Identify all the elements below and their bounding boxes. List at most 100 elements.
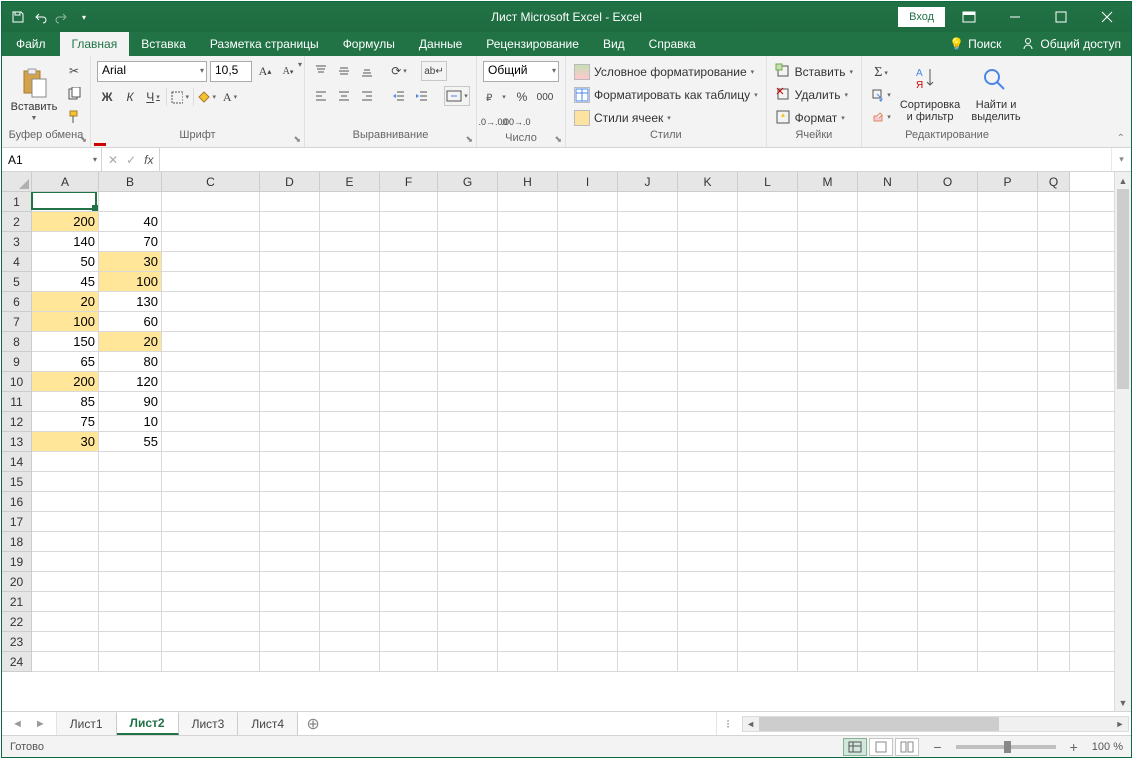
share-button[interactable]: Общий доступ <box>1011 32 1131 56</box>
orientation-icon[interactable]: ⟳ <box>389 61 409 81</box>
row-header[interactable]: 11 <box>2 392 32 412</box>
cell[interactable] <box>918 512 978 531</box>
column-header[interactable]: I <box>558 172 618 191</box>
cell[interactable] <box>918 392 978 411</box>
cell[interactable] <box>558 472 618 491</box>
cell[interactable] <box>558 392 618 411</box>
cell[interactable]: 75 <box>32 412 99 431</box>
percent-icon[interactable]: % <box>512 87 532 107</box>
cell[interactable] <box>320 632 380 651</box>
column-header[interactable]: J <box>618 172 678 191</box>
row-header[interactable]: 1 <box>2 192 32 212</box>
cell[interactable] <box>798 372 858 391</box>
cell[interactable] <box>162 292 260 311</box>
cell[interactable] <box>438 312 498 331</box>
cell[interactable] <box>678 232 738 251</box>
cell[interactable] <box>162 192 260 211</box>
row-header[interactable]: 18 <box>2 532 32 552</box>
cell[interactable] <box>260 432 320 451</box>
zoom-out-button[interactable]: − <box>929 739 945 755</box>
cell[interactable] <box>558 292 618 311</box>
increase-font-icon[interactable]: A▴ <box>255 62 275 82</box>
increase-indent-icon[interactable] <box>412 86 432 106</box>
fill-color-icon[interactable] <box>197 87 217 107</box>
cell[interactable] <box>858 632 918 651</box>
cell[interactable] <box>798 572 858 591</box>
cell[interactable] <box>918 312 978 331</box>
cell[interactable] <box>858 652 918 671</box>
cell[interactable] <box>858 532 918 551</box>
cell[interactable] <box>978 452 1038 471</box>
cell[interactable] <box>498 632 558 651</box>
cell[interactable] <box>858 352 918 371</box>
cell[interactable] <box>618 452 678 471</box>
align-right-icon[interactable] <box>357 86 377 106</box>
cell[interactable]: 120 <box>99 372 162 391</box>
cell[interactable] <box>978 272 1038 291</box>
cell[interactable] <box>1038 212 1070 231</box>
cell[interactable] <box>498 352 558 371</box>
cell[interactable] <box>162 512 260 531</box>
cell[interactable] <box>380 492 438 511</box>
row-header[interactable]: 16 <box>2 492 32 512</box>
cell[interactable] <box>618 512 678 531</box>
column-header[interactable]: C <box>162 172 260 191</box>
cell[interactable] <box>798 612 858 631</box>
cell[interactable] <box>678 652 738 671</box>
borders-icon[interactable] <box>170 87 190 107</box>
cell[interactable] <box>978 512 1038 531</box>
cell[interactable] <box>162 492 260 511</box>
cell[interactable] <box>498 192 558 211</box>
cell[interactable] <box>320 572 380 591</box>
new-sheet-button[interactable]: ⊕ <box>298 712 328 735</box>
cell[interactable] <box>1038 452 1070 471</box>
collapse-ribbon-icon[interactable]: ⌃ <box>1117 133 1125 144</box>
cell[interactable] <box>798 332 858 351</box>
cell[interactable] <box>618 612 678 631</box>
cell[interactable] <box>438 332 498 351</box>
cell[interactable] <box>618 312 678 331</box>
cell[interactable] <box>858 272 918 291</box>
cell[interactable] <box>162 372 260 391</box>
cell[interactable] <box>1038 592 1070 611</box>
cell[interactable] <box>162 552 260 571</box>
cell[interactable] <box>498 412 558 431</box>
cell[interactable] <box>738 492 798 511</box>
increase-decimal-icon[interactable]: .0→.00 <box>483 112 503 132</box>
cell[interactable] <box>738 212 798 231</box>
cell[interactable] <box>918 472 978 491</box>
cell[interactable] <box>260 472 320 491</box>
cell[interactable] <box>380 332 438 351</box>
cell[interactable] <box>618 552 678 571</box>
cell[interactable] <box>162 612 260 631</box>
cell[interactable] <box>678 372 738 391</box>
maximize-icon[interactable] <box>1039 3 1083 31</box>
cell[interactable] <box>498 212 558 231</box>
cell[interactable] <box>618 332 678 351</box>
cell[interactable] <box>978 612 1038 631</box>
zoom-slider[interactable] <box>956 745 1056 749</box>
scrollbar-thumb[interactable] <box>1117 189 1129 389</box>
cell[interactable] <box>438 192 498 211</box>
cell[interactable] <box>1038 312 1070 331</box>
column-header[interactable]: O <box>918 172 978 191</box>
cell[interactable] <box>978 392 1038 411</box>
cell[interactable]: 70 <box>99 232 162 251</box>
cell[interactable] <box>738 192 798 211</box>
cell[interactable]: 100 <box>32 312 99 331</box>
row-header[interactable]: 17 <box>2 512 32 532</box>
cell[interactable] <box>380 552 438 571</box>
cell[interactable] <box>380 572 438 591</box>
cell[interactable] <box>918 492 978 511</box>
cell[interactable] <box>738 432 798 451</box>
cell[interactable] <box>99 632 162 651</box>
cell[interactable] <box>558 512 618 531</box>
cell[interactable] <box>380 412 438 431</box>
cell[interactable] <box>498 312 558 331</box>
cell[interactable] <box>498 432 558 451</box>
number-format-combo[interactable]: Общий▾ <box>483 61 559 82</box>
cell[interactable] <box>380 232 438 251</box>
cell[interactable] <box>1038 472 1070 491</box>
copy-icon[interactable] <box>64 84 84 104</box>
column-header[interactable]: N <box>858 172 918 191</box>
